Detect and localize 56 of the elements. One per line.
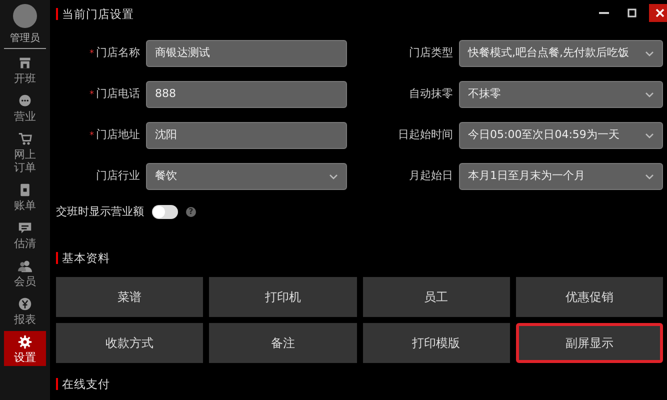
input-field[interactable]: 888: [146, 81, 347, 108]
select-field[interactable]: 餐饮: [146, 163, 347, 190]
field-label: * 门店名称: [88, 45, 140, 62]
field-label: 月起始日: [408, 168, 453, 184]
toggle-switch[interactable]: [152, 205, 178, 220]
message-icon: [18, 221, 32, 235]
chat-icon: [18, 94, 32, 108]
coin-icon: [18, 297, 32, 311]
settings-button[interactable]: 收款方式: [56, 323, 204, 363]
toggle-label: 交班时显示营业额: [56, 204, 144, 220]
avatar: [13, 4, 37, 28]
sidebar-item[interactable]: 会员: [4, 255, 46, 290]
sidebar-item[interactable]: 账单: [4, 179, 46, 214]
sidebar-item[interactable]: 报表: [4, 293, 46, 328]
settings-button[interactable]: 菜谱: [56, 277, 204, 317]
settings-button[interactable]: 打印模版: [362, 323, 510, 363]
sidebar-item[interactable]: 估清: [4, 217, 46, 252]
select-field[interactable]: 本月1日至月末为一个月: [459, 163, 663, 190]
store-icon: [18, 56, 32, 70]
settings-button[interactable]: 副屏显示: [516, 323, 663, 363]
close-icon: [655, 8, 665, 18]
bill-icon: [18, 183, 32, 197]
chevron-icon: [645, 174, 654, 180]
settings-button[interactable]: 优惠促销: [516, 277, 663, 317]
cart-icon: [18, 132, 32, 146]
input-field[interactable]: 沈阳: [146, 122, 347, 149]
maximize-icon: [627, 8, 637, 18]
field-label: 门店类型: [408, 45, 453, 62]
field-label: 门店行业: [95, 168, 140, 184]
chevron-icon: [645, 132, 654, 138]
field-label: 日起始时间: [397, 127, 453, 144]
select-field[interactable]: 今日05:00至次日04:59为一天: [459, 122, 663, 149]
field-label: * 门店地址: [88, 127, 140, 144]
sidebar-item[interactable]: 设置: [4, 331, 46, 366]
select-field[interactable]: 快餐模式,吧台点餐,先付款后吃饭: [459, 40, 663, 67]
minimize-icon: [599, 12, 609, 14]
user-name: 管理员: [10, 32, 40, 46]
section-title: 在线支付: [56, 378, 110, 390]
select-field[interactable]: 不抹零: [459, 81, 663, 108]
users-icon: [18, 259, 32, 273]
chevron-icon: [645, 50, 654, 56]
sidebar-item[interactable]: 网上订单: [4, 128, 46, 176]
chevron-icon: [329, 174, 338, 180]
field-label: 自动抹零: [408, 86, 453, 102]
field-label: * 门店电话: [88, 86, 140, 102]
settings-icon: [18, 335, 32, 349]
input-field[interactable]: 商银达测试: [146, 40, 347, 67]
sidebar-item[interactable]: 营业: [4, 90, 46, 125]
sidebar-item[interactable]: 开班: [4, 52, 46, 87]
settings-button[interactable]: 打印机: [209, 277, 356, 317]
close-button[interactable]: [649, 4, 667, 22]
settings-button[interactable]: 备注: [209, 323, 356, 363]
settings-button[interactable]: 员工: [362, 277, 510, 317]
section-title: 当前门店设置: [56, 8, 134, 20]
chevron-icon: [645, 92, 654, 98]
section-title: 基本资料: [56, 252, 110, 264]
